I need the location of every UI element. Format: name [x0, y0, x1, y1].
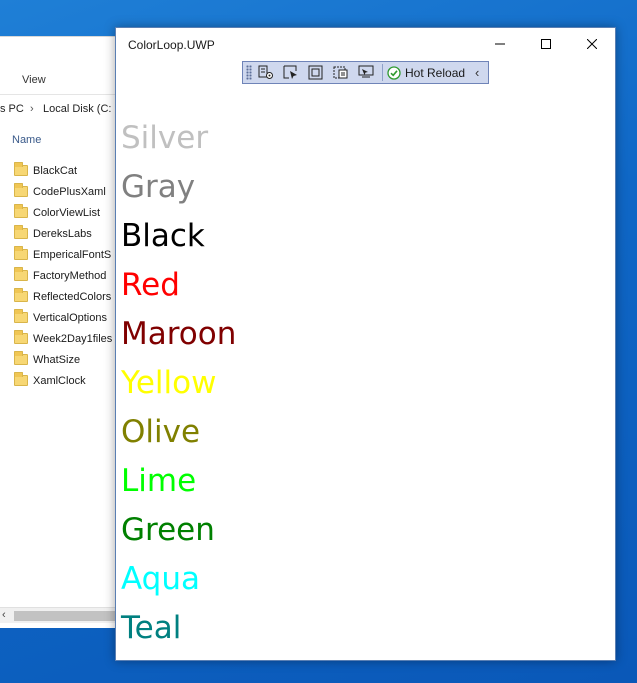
color-label: Red: [121, 267, 180, 303]
folder-icon: [14, 372, 28, 386]
chevron-right-icon: ›: [30, 103, 34, 115]
chevron-left-icon[interactable]: ‹: [475, 66, 479, 79]
folder-name: WhatSize: [33, 353, 81, 366]
track-focus-icon: [333, 66, 348, 79]
folder-name: VerticalOptions: [33, 311, 107, 324]
folder-icon: [14, 351, 28, 365]
minimize-button[interactable]: [477, 28, 523, 60]
ribbon-tab-view[interactable]: View: [22, 74, 46, 86]
close-button[interactable]: [569, 28, 615, 60]
display-adorners-button[interactable]: [305, 63, 327, 82]
folder-name: Week2Day1files: [33, 332, 113, 345]
color-label: Silver: [121, 120, 209, 156]
folder-name: ReflectedColors: [33, 290, 112, 303]
maximize-button[interactable]: [523, 28, 569, 60]
chevron-left-icon[interactable]: ‹: [2, 609, 6, 621]
folder-name: ColorViewList: [33, 206, 101, 219]
color-label: Teal: [121, 610, 182, 646]
folder-icon: [14, 267, 28, 281]
check-circle-icon: [387, 65, 401, 80]
color-label: Maroon: [121, 316, 237, 352]
folder-icon: [14, 225, 28, 239]
folder-icon: [14, 183, 28, 197]
binding-failures-icon: [358, 65, 374, 78]
folder-name: XamlClock: [33, 374, 86, 387]
track-focus-button[interactable]: [330, 63, 352, 82]
live-visual-tree-button[interactable]: [255, 63, 277, 82]
window-title: ColorLoop.UWP: [128, 38, 215, 52]
folder-icon: [14, 162, 28, 176]
folder-icon: [14, 246, 28, 260]
color-label: Lime: [121, 463, 197, 499]
close-icon: [587, 39, 597, 49]
breadcrumb-local-disk[interactable]: Local Disk (C:: [43, 103, 111, 115]
select-element-button[interactable]: [280, 63, 302, 82]
folder-icon: [14, 309, 28, 323]
folder-name: DereksLabs: [33, 227, 92, 240]
folder-icon: [14, 204, 28, 218]
hot-reload-button[interactable]: Hot Reload: [387, 63, 465, 82]
color-label: Green: [121, 512, 215, 548]
toolbar-divider: [382, 64, 383, 81]
folder-icon: [14, 288, 28, 302]
hot-reload-label: Hot Reload: [405, 65, 466, 80]
breadcrumb-this-pc[interactable]: s PC: [0, 103, 24, 115]
xaml-debug-toolbar: Hot Reload ‹: [242, 61, 489, 84]
colorloop-window: ColorLoop.UWP Hot Reload ‹ Silver Gray B…: [115, 27, 616, 661]
toolbar-grip-icon[interactable]: [246, 65, 252, 80]
display-adorners-icon: [308, 65, 323, 80]
maximize-icon: [541, 39, 551, 49]
color-label: Aqua: [121, 561, 200, 597]
select-element-icon: [283, 65, 297, 79]
binding-failures-button[interactable]: [355, 63, 377, 82]
column-header-name[interactable]: Name: [12, 134, 41, 146]
folder-icon: [14, 330, 28, 344]
folder-name: EmpericalFontS: [33, 248, 112, 261]
color-label: Olive: [121, 414, 201, 450]
color-label: Black: [121, 218, 205, 254]
color-label: Gray: [121, 169, 196, 205]
folder-name: CodePlusXaml: [33, 185, 106, 198]
folder-name: BlackCat: [33, 164, 78, 177]
color-label: Yellow: [121, 365, 217, 401]
folder-name: FactoryMethod: [33, 269, 107, 282]
minimize-icon: [495, 43, 505, 45]
live-visual-tree-icon: [258, 65, 273, 79]
color-list: Silver Gray Black Red Maroon Yellow Oliv…: [121, 114, 236, 653]
